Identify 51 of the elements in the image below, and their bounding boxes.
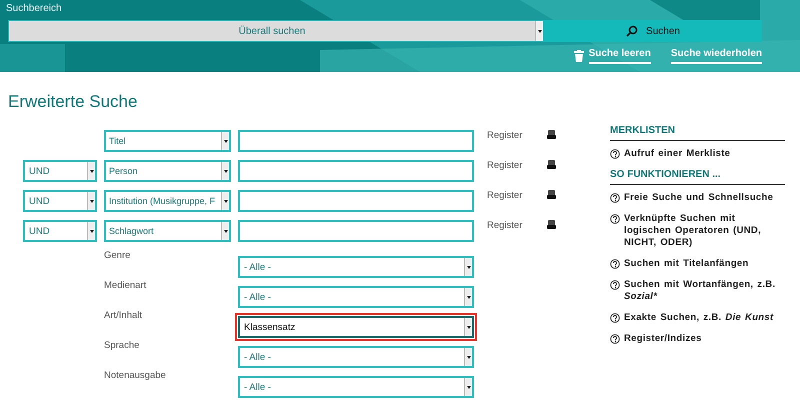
tray-icon[interactable] (547, 220, 556, 229)
register-link[interactable]: Register (487, 220, 547, 231)
help-icon (610, 149, 620, 159)
help-link[interactable]: Aufruf einer Merkliste (624, 148, 730, 160)
field-select[interactable]: Person (104, 160, 231, 182)
help-link[interactable]: Freie Suche und Schnellsuche (624, 192, 774, 204)
filter-select[interactable]: - Alle - (235, 373, 477, 401)
filter-label: Notenausgabe (104, 370, 167, 381)
help-icon (610, 214, 620, 224)
tray-icon[interactable] (547, 130, 556, 139)
search-input[interactable] (238, 160, 474, 182)
register-link[interactable]: Register (487, 190, 547, 201)
field-select[interactable]: Institution (Musikgruppe, F (104, 190, 231, 212)
field-select[interactable]: Titel (104, 130, 231, 152)
tray-icon[interactable] (547, 190, 556, 199)
tray-icon[interactable] (547, 160, 556, 169)
operator-select[interactable]: UND (23, 190, 97, 212)
help-link[interactable]: Suchen mit Titelanfängen (624, 258, 749, 270)
help-link[interactable]: Verknüpfte Suchen mit logischen Operatoren (UND, NICHT, ODER) (624, 213, 785, 249)
search-input[interactable] (238, 190, 474, 212)
help-icon (610, 280, 620, 290)
search-input[interactable] (238, 130, 474, 152)
help-link[interactable]: Suchen mit Wortanfängen, z.B. Sozial* (624, 279, 785, 303)
help-link[interactable]: Exakte Suchen, z.B. Die Kunst (624, 312, 774, 324)
help-icon (610, 313, 620, 323)
filter-label: Sprache (104, 340, 140, 351)
filter-label: Genre (104, 250, 132, 261)
trash-icon (574, 50, 584, 62)
sidebar-heading: MERKLISTEN (610, 125, 785, 141)
filter-label: Art/Inhalt (104, 310, 144, 321)
operator-select[interactable]: UND (23, 160, 97, 182)
help-icon (610, 334, 620, 344)
filter-select[interactable]: - Alle - (235, 253, 477, 281)
search-button[interactable]: Suchen (544, 20, 762, 42)
search-icon (626, 25, 638, 37)
filter-select[interactable]: - Alle - (235, 343, 477, 371)
filter-select[interactable]: - Alle - (235, 283, 477, 311)
page-title: Erweiterte Suche (8, 92, 138, 112)
filter-select[interactable]: Klassensatz (235, 313, 477, 341)
scope-select[interactable]: Überall suchen (8, 20, 544, 42)
filter-label: Medienart (104, 280, 148, 291)
help-link[interactable]: Register/Indizes (624, 333, 702, 345)
section-title: Suchbereich (6, 2, 63, 16)
sidebar-heading: SO FUNKTIONIEREN ... (610, 169, 785, 185)
help-icon (610, 193, 620, 203)
register-link[interactable]: Register (487, 130, 547, 141)
search-input[interactable] (238, 220, 474, 242)
help-icon (610, 259, 620, 269)
operator-select[interactable]: UND (23, 220, 97, 242)
field-select[interactable]: Schlagwort (104, 220, 231, 242)
register-link[interactable]: Register (487, 160, 547, 171)
